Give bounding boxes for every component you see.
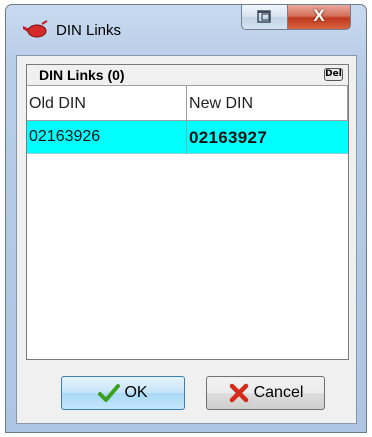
panel-title: DIN Links (0) bbox=[39, 67, 125, 83]
new-din-cell[interactable]: 02163927 bbox=[187, 121, 348, 153]
dialog-window: DIN Links X DIN Links (0) Del Old DIN Ne… bbox=[5, 4, 367, 433]
delete-button[interactable]: Del bbox=[324, 68, 343, 81]
cancel-button[interactable]: Cancel bbox=[206, 376, 325, 410]
cancel-label: Cancel bbox=[253, 384, 304, 401]
pill-icon bbox=[22, 20, 48, 40]
close-button[interactable]: X bbox=[287, 4, 351, 30]
restore-icon bbox=[257, 10, 271, 23]
window-title: DIN Links bbox=[56, 22, 122, 39]
dialog-body: DIN Links (0) Del Old DIN New DIN 021639… bbox=[16, 55, 357, 424]
din-links-panel: DIN Links (0) Del Old DIN New DIN 021639… bbox=[26, 64, 349, 360]
x-icon bbox=[229, 383, 248, 403]
column-header-old-din[interactable]: Old DIN bbox=[27, 86, 188, 120]
old-din-cell[interactable]: 02163926 bbox=[27, 121, 188, 153]
din-links-table: Old DIN New DIN 02163926 02163927 bbox=[27, 85, 348, 154]
restore-button[interactable] bbox=[241, 4, 288, 30]
close-icon: X bbox=[313, 6, 325, 25]
ok-button[interactable]: OK bbox=[61, 376, 185, 410]
title-bar[interactable]: DIN Links X bbox=[6, 4, 366, 55]
ok-label: OK bbox=[124, 384, 148, 401]
panel-header: DIN Links (0) Del bbox=[27, 65, 348, 85]
table-header: Old DIN New DIN bbox=[27, 85, 348, 121]
column-header-new-din[interactable]: New DIN bbox=[187, 86, 348, 120]
checkmark-icon bbox=[98, 384, 121, 402]
table-row[interactable]: 02163926 02163927 bbox=[27, 121, 348, 154]
